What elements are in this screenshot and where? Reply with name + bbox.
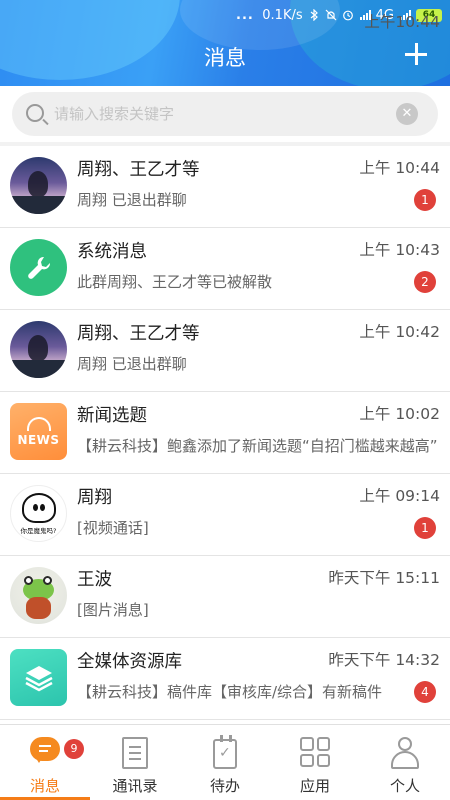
unread-badge: 9 (64, 739, 84, 759)
search-area: ✕ (0, 86, 450, 142)
unread-badge: 1 (414, 189, 436, 211)
tab-contacts[interactable]: 通讯录 (90, 725, 180, 800)
conversation-item[interactable]: 全媒体资源库 昨天下午 14:32 【耕云科技】稿件库【审核库/综合】有新稿件 … (0, 638, 450, 720)
status-time: 上午10:44 (364, 13, 440, 31)
bottom-tab-bar: 9 消息 通讯录 待办 应用 个人 (0, 724, 450, 800)
tab-label: 通讯录 (112, 777, 158, 795)
globe-icon (26, 416, 51, 431)
bluetooth-icon (308, 8, 320, 22)
conversation-time: 上午 09:14 (359, 487, 440, 505)
conversation-item[interactable]: 你是魔鬼吗? 周翔 上午 09:14 [视频通话] 1 (0, 474, 450, 556)
search-icon (26, 104, 44, 122)
group-avatar (10, 321, 67, 378)
conversation-item[interactable]: 系统消息 上午 10:43 此群周翔、王乙才等已被解散 2 (0, 228, 450, 310)
conversation-preview: 【耕云科技】鲍鑫添加了新闻选题“自招门槛越来越高” (77, 437, 438, 455)
conversation-time: 上午 10:43 (359, 241, 440, 259)
person-icon (391, 737, 419, 769)
conversation-time: 昨天下午 14:32 (328, 651, 440, 669)
conversation-name: 周翔、王乙才等 (77, 160, 200, 180)
conversation-name: 周翔、王乙才等 (77, 324, 200, 344)
conversation-item[interactable]: 周翔、王乙才等 上午 10:42 周翔 已退出群聊 (0, 310, 450, 392)
tab-profile[interactable]: 个人 (360, 725, 450, 800)
conversation-name: 王波 (77, 570, 112, 590)
layers-icon (24, 665, 53, 691)
unread-badge: 2 (414, 271, 436, 293)
tab-label: 个人 (389, 777, 420, 795)
conversation-item[interactable]: NEWS 新闻选题 上午 10:02 【耕云科技】鲍鑫添加了新闻选题“自招门槛越… (0, 392, 450, 474)
conversation-name: 新闻选题 (77, 406, 147, 426)
tab-label: 待办 (209, 777, 240, 795)
tab-label: 消息 (29, 777, 60, 795)
conversation-name: 周翔 (77, 488, 112, 508)
conversation-time: 上午 10:44 (359, 159, 440, 177)
avatar-caption: 你是魔鬼吗? (20, 526, 57, 535)
wrench-icon (27, 256, 50, 279)
conversation-preview: 此群周翔、王乙才等已被解散 (77, 273, 273, 291)
conversation-item[interactable]: 王波 昨天下午 15:11 [图片消息] (0, 556, 450, 638)
header-bar: 上午10:44 ... 0.1K/s 4G 64 消息 (0, 0, 450, 86)
conversation-time: 上午 10:42 (359, 323, 440, 341)
apps-grid-icon (300, 737, 330, 767)
user-avatar: 你是魔鬼吗? (10, 485, 67, 542)
search-input[interactable] (54, 102, 384, 126)
conversation-preview: 【耕云科技】稿件库【审核库/综合】有新稿件 (77, 683, 383, 701)
news-avatar-text: NEWS (17, 432, 60, 447)
conversation-time: 上午 10:02 (359, 405, 440, 423)
clear-icon[interactable]: ✕ (396, 103, 418, 125)
unread-badge: 1 (414, 517, 436, 539)
ghost-face-icon (21, 492, 56, 523)
unread-badge: 4 (414, 681, 436, 703)
tab-todo[interactable]: 待办 (180, 725, 270, 800)
conversation-item[interactable]: 周翔、王乙才等 上午 10:44 周翔 已退出群聊 1 (0, 146, 450, 228)
network-speed: 0.1K/s (262, 7, 303, 23)
conversation-name: 全媒体资源库 (77, 652, 182, 672)
conversation-name: 系统消息 (77, 242, 147, 262)
tab-apps[interactable]: 应用 (270, 725, 360, 800)
conversation-list: 周翔、王乙才等 上午 10:44 周翔 已退出群聊 1 系统消息 上午 10:4… (0, 146, 450, 724)
search-box: ✕ (12, 92, 438, 136)
system-avatar (10, 239, 67, 296)
mute-icon (325, 9, 337, 21)
conversation-preview: 周翔 已退出群聊 (77, 191, 187, 209)
tab-label: 应用 (299, 777, 330, 795)
group-avatar (10, 157, 67, 214)
alarm-icon (342, 9, 354, 21)
conversation-time: 昨天下午 15:11 (328, 569, 440, 587)
tab-messages[interactable]: 9 消息 (0, 725, 90, 800)
conversation-preview: 周翔 已退出群聊 (77, 355, 187, 373)
conversation-preview: [图片消息] (77, 601, 149, 619)
todo-icon (213, 735, 237, 769)
page-title: 消息 (204, 46, 246, 70)
conversation-preview: [视频通话] (77, 519, 149, 537)
user-avatar (10, 567, 67, 624)
news-avatar: NEWS (10, 403, 67, 460)
contacts-icon (122, 737, 148, 769)
status-dots: ... (236, 8, 254, 23)
message-icon (30, 737, 60, 763)
add-button[interactable] (404, 42, 428, 66)
status-bar: 上午10:44 ... 0.1K/s 4G 64 (0, 0, 450, 31)
media-library-avatar (10, 649, 67, 706)
